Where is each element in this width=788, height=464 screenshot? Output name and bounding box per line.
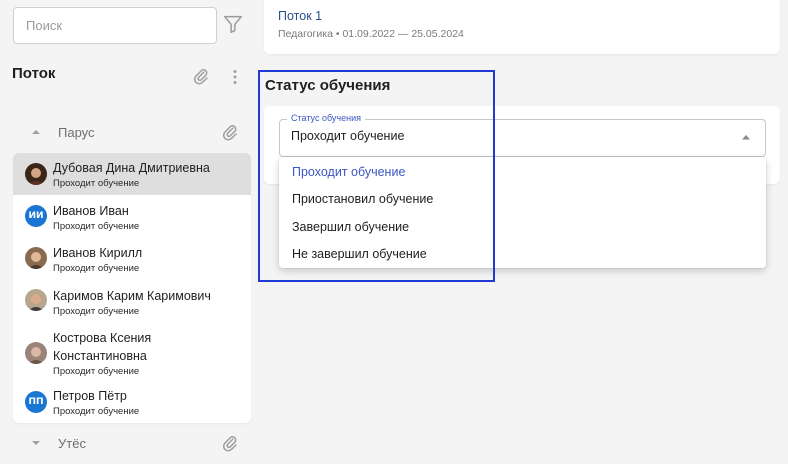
student-name: Иванов Иван: [53, 204, 129, 218]
stream-meta: Педагогика • 01.09.2022 — 25.05.2024: [278, 28, 464, 40]
dropdown-option-in-progress[interactable]: Проходит обучение: [279, 158, 766, 185]
paperclip-icon[interactable]: [222, 435, 238, 453]
option-label: Не завершил обучение: [292, 247, 427, 261]
student-list-item[interactable]: ИИ Иванов Иван Проходит обучение: [13, 195, 251, 237]
student-status: Проходит обучение: [53, 366, 140, 377]
option-label: Проходит обучение: [292, 165, 406, 179]
paperclip-icon[interactable]: [222, 124, 238, 142]
avatar: [25, 247, 47, 269]
stream-card: Поток 1 Педагогика • 01.09.2022 — 25.05.…: [264, 0, 780, 54]
student-list-item[interactable]: Дубовая Дина Дмитриевна Проходит обучени…: [13, 153, 251, 195]
avatar: ПП: [25, 391, 47, 413]
student-name: Каримов Карим Каримович: [53, 289, 211, 303]
student-name: Дубовая Дина Дмитриевна: [53, 161, 210, 175]
group-name: Утёс: [58, 435, 86, 451]
student-status: Проходит обучение: [53, 178, 140, 189]
avatar: ИИ: [25, 205, 47, 227]
caret-up-icon[interactable]: [741, 134, 751, 140]
filter-icon[interactable]: [222, 13, 244, 35]
group-header-parus[interactable]: Парус: [13, 119, 251, 145]
dropdown-option-not-completed[interactable]: Не завершил обучение: [279, 240, 766, 267]
option-label: Завершил обучение: [292, 220, 410, 234]
section-title: Статус обучения: [265, 77, 391, 94]
student-list: Дубовая Дина Дмитриевна Проходит обучени…: [13, 153, 251, 423]
stream-dates: 01.09.2022 — 25.05.2024: [342, 28, 464, 40]
sidebar-title: Поток: [12, 65, 56, 82]
status-dropdown-menu: Проходит обучение Приостановил обучение …: [279, 157, 766, 268]
dropdown-option-suspended[interactable]: Приостановил обучение: [279, 185, 766, 212]
student-list-item[interactable]: ПП Петров Пётр Проходит обучение: [13, 381, 251, 423]
avatar: [25, 289, 47, 311]
student-list-item[interactable]: Кострова Ксения Константиновна Проходит …: [13, 321, 251, 381]
search-input[interactable]: [13, 7, 217, 44]
chevron-up-icon: [32, 130, 40, 134]
status-select-value: Проходит обучение: [291, 129, 405, 143]
stream-link[interactable]: Поток 1: [278, 9, 322, 23]
status-select-label: Статус обучения: [287, 113, 365, 124]
group-header-utes[interactable]: Утёс: [13, 430, 251, 456]
student-name: Петров Пётр: [53, 389, 127, 403]
student-list-item[interactable]: Иванов Кирилл Проходит обучение: [13, 237, 251, 279]
more-vert-icon[interactable]: [229, 68, 241, 86]
student-status: Проходит обучение: [53, 406, 140, 417]
avatar: [25, 342, 47, 364]
student-name: Кострова Ксения Константиновна: [53, 331, 152, 363]
option-label: Приостановил обучение: [292, 192, 434, 206]
student-status: Проходит обучение: [53, 306, 140, 317]
student-status: Проходит обучение: [53, 263, 140, 274]
paperclip-icon[interactable]: [193, 68, 209, 86]
group-name: Парус: [58, 124, 95, 140]
dropdown-option-completed[interactable]: Завершил обучение: [279, 213, 766, 240]
stream-subject: Педагогика: [278, 28, 333, 40]
avatar: [25, 163, 47, 185]
student-status: Проходит обучение: [53, 221, 140, 232]
student-list-item[interactable]: Каримов Карим Каримович Проходит обучени…: [13, 279, 251, 321]
chevron-down-icon: [32, 441, 40, 445]
student-name: Иванов Кирилл: [53, 246, 143, 260]
